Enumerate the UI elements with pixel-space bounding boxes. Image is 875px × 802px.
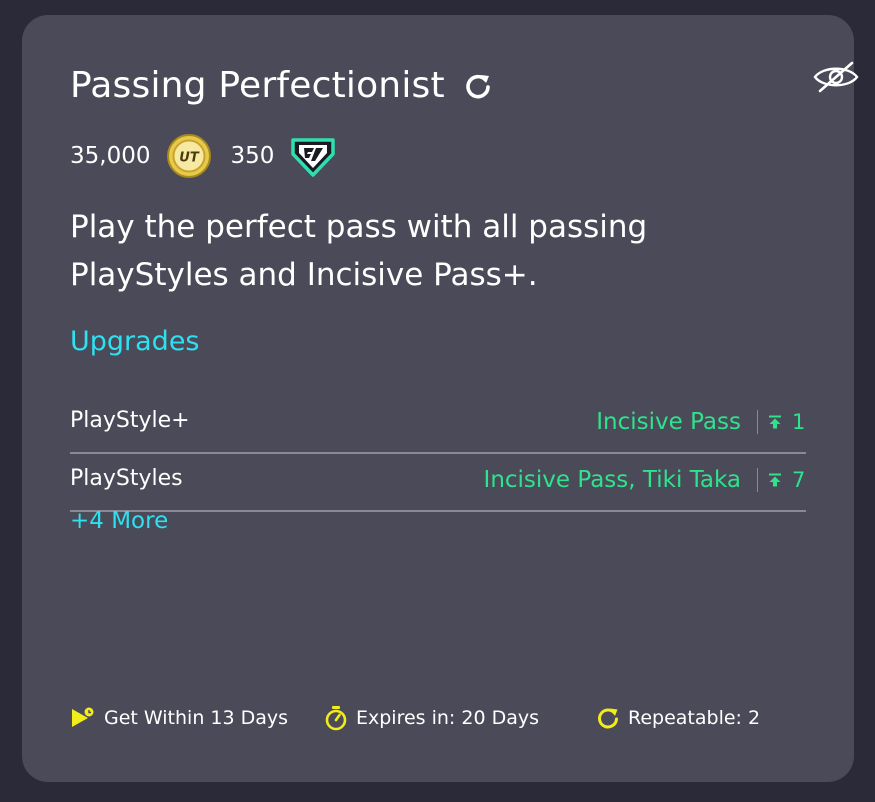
fc-shield-icon <box>291 138 336 177</box>
upgrade-row: PlayStyle+ Incisive Pass 1 <box>70 396 806 454</box>
repeat-icon <box>598 708 618 729</box>
upgrade-row-detail: Incisive Pass, Tiki Taka 7 <box>484 464 806 496</box>
upgrade-row-count: 1 <box>792 410 806 434</box>
expires-text: Expires in: 20 Days <box>356 707 540 729</box>
upgrade-row-label: PlayStyle+ <box>70 408 190 433</box>
coins-reward-value: 35,000 <box>70 143 151 169</box>
upgrade-row-count: 7 <box>792 468 806 492</box>
level-up-icon <box>769 473 781 487</box>
hide-objective-button[interactable] <box>812 57 860 97</box>
refresh-icon <box>466 74 490 98</box>
get-within-text: Get Within 13 Days <box>104 707 289 729</box>
more-upgrades-link[interactable]: +4 More <box>70 508 168 534</box>
ut-coin-icon: UT <box>167 134 212 178</box>
separator <box>757 410 758 434</box>
level-up-icon <box>769 415 781 429</box>
upgrades-heading: Upgrades <box>70 326 200 357</box>
objective-title: Passing Perfectionist <box>70 65 445 106</box>
upgrade-row-value: Incisive Pass, Tiki Taka <box>483 467 741 493</box>
title-row: Passing Perfectionist <box>70 65 493 106</box>
upgrade-row-label: PlayStyles <box>70 466 183 491</box>
eye-slash-icon <box>813 61 859 93</box>
svg-text:UT: UT <box>180 151 201 166</box>
stopwatch-icon <box>325 706 347 731</box>
season-points-reward-value: 350 <box>230 143 275 169</box>
repeatable-text: Repeatable: 2 <box>628 707 761 729</box>
rewards-row: 35,000 UT 350 <box>70 134 336 178</box>
upgrade-row-value: Incisive Pass <box>596 409 741 435</box>
objective-card: Passing Perfectionist 35,000 UT 350 Play… <box>22 15 859 782</box>
upgrade-row-detail: Incisive Pass 1 <box>596 406 806 438</box>
upgrade-row: PlayStyles Incisive Pass, Tiki Taka 7 <box>70 454 806 512</box>
repeatable-info: Repeatable: 2 <box>596 703 760 733</box>
separator <box>757 468 758 492</box>
get-within-info: Get Within 13 Days <box>70 703 288 733</box>
objective-description: Play the perfect pass with all passing P… <box>70 209 648 293</box>
expires-info: Expires in: 20 Days <box>324 703 539 733</box>
flag-clock-icon <box>72 707 94 727</box>
